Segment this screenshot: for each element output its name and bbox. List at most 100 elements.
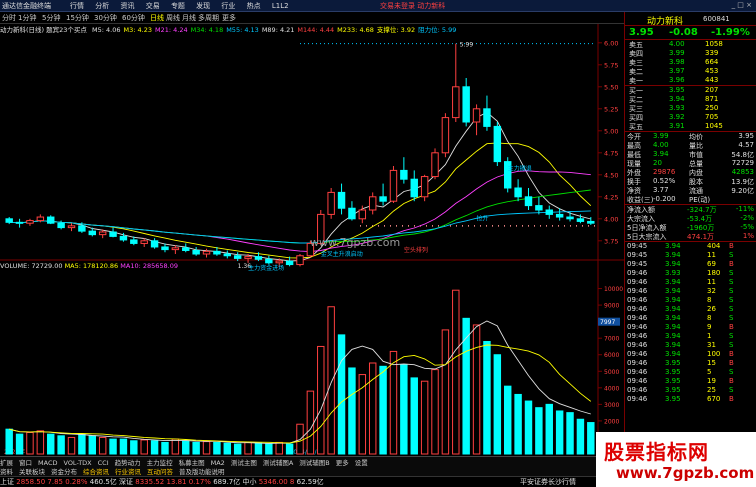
flow-row[interactable]: 净流入额 -324.7万 -11%	[625, 205, 756, 214]
ask-row[interactable]: 卖二 3.97 453	[625, 67, 756, 76]
tick-row[interactable]: 09:45 3.94 69 B	[625, 260, 756, 269]
period-multi[interactable]: 多周期	[198, 13, 219, 23]
menu-item-hotspot[interactable]: 热点	[247, 2, 261, 10]
volume-bar	[483, 340, 491, 455]
bid-volume: 207	[705, 86, 719, 94]
price-tick-label: 4.50	[604, 171, 618, 179]
ask-price: 3.96	[669, 76, 685, 84]
tick-row[interactable]: 09:45 3.94 11 S	[625, 251, 756, 260]
bid-row[interactable]: 买一 3.95 207	[625, 86, 756, 95]
candle-body	[431, 152, 439, 178]
stat-row[interactable]: 换手 0.52% 股本 13.9亿	[625, 177, 756, 186]
stat-value: 3.95	[738, 132, 754, 140]
chart-annotation: 空头排列	[404, 246, 428, 254]
period-1min[interactable]: 1分钟	[18, 13, 36, 23]
ask-row[interactable]: 卖一 3.96 443	[625, 76, 756, 85]
tick-row[interactable]: 09:46 3.94 100 B	[625, 350, 756, 359]
info-tab[interactable]: 资金分布	[51, 468, 77, 476]
tick-side: B	[729, 395, 734, 403]
bid-row[interactable]: 买三 3.93 250	[625, 104, 756, 113]
period-30min[interactable]: 30分钟	[94, 13, 117, 23]
bid-row[interactable]: 买五 3.91 1045	[625, 122, 756, 131]
tick-volume: 11	[707, 278, 716, 286]
tick-row[interactable]: 09:46 3.94 9 B	[625, 323, 756, 332]
quote-panel: 动力新科 600841 3.95 -0.08 -1.99% 卖五 4.00 1058…	[624, 12, 756, 456]
period-weekly[interactable]: 周线	[166, 13, 180, 23]
menu-item-news[interactable]: 资讯	[120, 2, 134, 10]
tick-row[interactable]: 09:46 3.94 31 S	[625, 341, 756, 350]
menu-item-trade[interactable]: 交易	[146, 2, 160, 10]
menu-item-quotes[interactable]: 行情	[70, 2, 84, 10]
tick-row[interactable]: 09:46 3.93 180 S	[625, 269, 756, 278]
period-monthly[interactable]: 月线	[182, 13, 196, 23]
ask-row[interactable]: 卖五 4.00 1058	[625, 40, 756, 49]
bid-row[interactable]: 买二 3.94 871	[625, 95, 756, 104]
tick-volume: 670	[707, 395, 721, 403]
info-tab[interactable]: 综合资讯	[83, 468, 109, 476]
tick-row[interactable]: 09:46 3.94 26 S	[625, 305, 756, 314]
menu-item-analysis[interactable]: 分析	[95, 2, 109, 10]
period-60min[interactable]: 60分钟	[122, 13, 145, 23]
window-controls[interactable]: _ □ ×	[732, 1, 752, 9]
tick-row[interactable]: 09:46 3.94 11 S	[625, 278, 756, 287]
tick-row[interactable]: 09:46 3.94 8 S	[625, 314, 756, 323]
ma-line	[9, 189, 591, 244]
info-tab[interactable]: 关联板块	[19, 468, 45, 476]
login-banner[interactable]: 交易未登录 动力新科	[380, 1, 445, 11]
period-more[interactable]: 更多	[222, 13, 236, 23]
ma-line	[9, 170, 591, 253]
bid-price: 3.95	[669, 86, 685, 94]
period-daily[interactable]: 日线	[150, 13, 164, 23]
tick-row[interactable]: 09:46 3.95 25 S	[625, 386, 756, 395]
ask-row[interactable]: 卖四 3.99 339	[625, 49, 756, 58]
stat-row[interactable]: 收益(三) -0.200 PE(动)	[625, 195, 756, 204]
volume-bar	[88, 435, 97, 455]
bid-price: 3.93	[669, 104, 685, 112]
flow-row[interactable]: 5日净流入额 -1960万 -5%	[625, 223, 756, 232]
info-tab[interactable]: 资料	[0, 468, 13, 476]
info-tab[interactable]: 普及版功能说明	[179, 468, 225, 476]
tick-row[interactable]: 09:46 3.94 8 S	[625, 296, 756, 305]
ask-volume: 1058	[705, 40, 723, 48]
volume-bar	[441, 329, 450, 455]
volume-bar	[182, 440, 190, 455]
flow-row[interactable]: 5日大宗流入 474.1万 1%	[625, 232, 756, 241]
ask-row[interactable]: 卖三 3.98 664	[625, 58, 756, 67]
stat-row[interactable]: 现量 20 总量 72729	[625, 159, 756, 168]
flow-row[interactable]: 大宗流入 -53.4万 -2%	[625, 214, 756, 223]
period-5min[interactable]: 5分钟	[42, 13, 60, 23]
tick-price: 3.95	[665, 359, 681, 367]
candle-body	[78, 225, 86, 232]
menu-item-l1l2[interactable]: L1L2	[272, 2, 289, 10]
volume-bar	[254, 442, 263, 455]
info-tab[interactable]: 行业资讯	[115, 468, 141, 476]
tick-row[interactable]: 09:46 3.95 5 S	[625, 368, 756, 377]
tick-row[interactable]: 09:46 3.95 19 B	[625, 377, 756, 386]
brand-watermark: 股票指标网 www.7gpzb.com	[596, 432, 756, 487]
tick-row[interactable]: 09:46 3.94 32 S	[625, 287, 756, 296]
period-15min[interactable]: 15分钟	[66, 13, 89, 23]
bid-row[interactable]: 买四 3.92 705	[625, 113, 756, 122]
volume-tick-label: 3000	[604, 402, 619, 409]
menu-item-industry[interactable]: 行业	[221, 2, 235, 10]
stat-row[interactable]: 净资 3.77 流通 9.20亿	[625, 186, 756, 195]
volume-bar	[223, 442, 232, 455]
stat-row[interactable]: 最高 4.00 量比 4.57	[625, 141, 756, 150]
tick-row[interactable]: 09:46 3.94 1 S	[625, 332, 756, 341]
period-intraday[interactable]: 分时	[2, 13, 16, 23]
tick-row[interactable]: 09:46 3.95 15 B	[625, 359, 756, 368]
menu-item-topics[interactable]: 专题	[171, 2, 185, 10]
info-tab[interactable]: 互动问答	[147, 468, 173, 476]
tick-price: 3.94	[665, 251, 681, 259]
stat-row[interactable]: 今开 3.99 均价 3.95	[625, 132, 756, 141]
price-tick-label: 6.00	[604, 39, 618, 47]
volume-bar	[161, 441, 169, 455]
tick-row[interactable]: 09:46 3.95 670 B	[625, 395, 756, 404]
stat-row[interactable]: 外盘 29876 内盘 42853	[625, 168, 756, 177]
stock-stats: 今开 3.99 均价 3.95 最高 4.00 量比 4.57 最低 3.94 市值 54.8亿 现量 2…	[625, 132, 756, 204]
menu-item-discover[interactable]: 发现	[196, 2, 210, 10]
candle-body	[400, 169, 408, 180]
tick-row[interactable]: 09:45 3.94 404 B	[625, 242, 756, 251]
stat-row[interactable]: 最低 3.94 市值 54.8亿	[625, 150, 756, 159]
tick-volume: 404	[707, 242, 721, 250]
